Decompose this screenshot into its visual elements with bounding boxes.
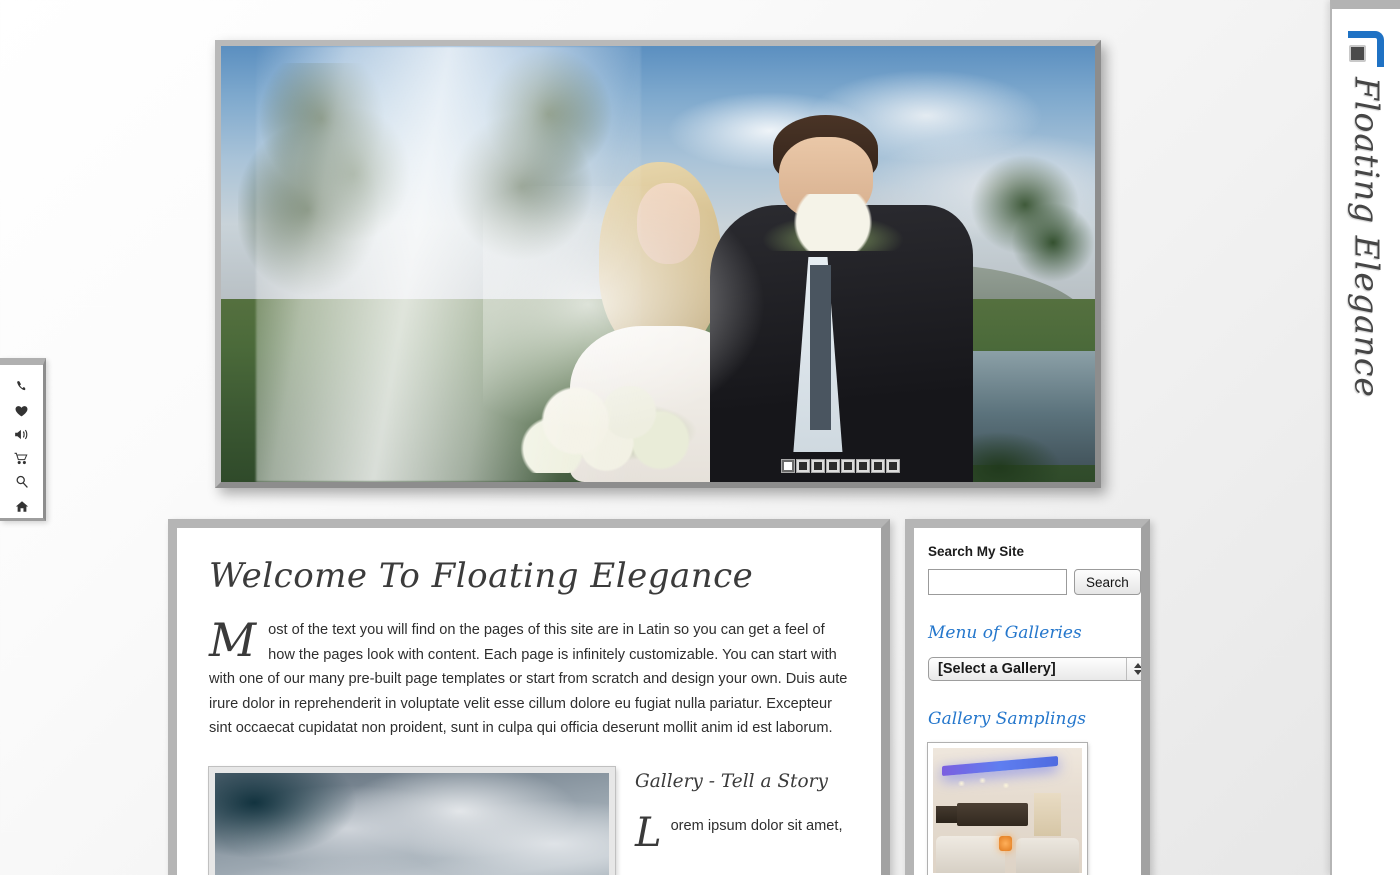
hero-photo <box>221 46 1095 482</box>
chevron-updown-icon <box>1126 658 1141 680</box>
cart-icon[interactable] <box>7 446 37 470</box>
hero-dot-8[interactable] <box>887 460 899 472</box>
phone-icon[interactable] <box>7 375 37 399</box>
vertical-title-panel: Floating Elegance <box>1330 0 1400 875</box>
search-input[interactable] <box>928 569 1067 595</box>
heart-icon[interactable] <box>7 399 37 423</box>
hero-dot-2[interactable] <box>797 460 809 472</box>
hero-slideshow[interactable] <box>215 40 1101 488</box>
speaker-icon[interactable] <box>7 423 37 447</box>
hero-dot-3[interactable] <box>812 460 824 472</box>
search-widget-label: Search My Site <box>928 544 1025 559</box>
bracket-square-logo-icon[interactable] <box>1348 31 1384 67</box>
story-paragraph-text: orem ipsum dolor sit amet, <box>670 817 843 834</box>
story-paragraph: Lorem ipsum dolor sit amet, <box>635 813 843 853</box>
site-title-vertical: Floating Elegance <box>1332 77 1400 403</box>
gallery-select[interactable]: [Select a Gallery] <box>928 657 1141 681</box>
hero-dot-4[interactable] <box>827 460 839 472</box>
page-title: Welcome To Floating Elegance <box>209 556 754 596</box>
welcome-dropcap: M <box>209 613 257 667</box>
search-widget: Search <box>928 569 1141 595</box>
hero-frame <box>215 40 1101 488</box>
home-icon[interactable] <box>7 494 37 518</box>
hero-dot-1[interactable] <box>782 460 794 472</box>
main-content-panel: Welcome To Floating Elegance Most of the… <box>168 519 890 875</box>
welcome-paragraph: Most of the text you will find on the pa… <box>209 613 849 741</box>
search-icon[interactable] <box>7 470 37 494</box>
search-button[interactable]: Search <box>1074 569 1141 595</box>
gallery-select-value: [Select a Gallery] <box>938 661 1056 677</box>
hero-dot-6[interactable] <box>857 460 869 472</box>
gallery-samplings-title: Gallery Samplings <box>928 709 1086 729</box>
story-thumbnail[interactable] <box>208 765 616 875</box>
story-dropcap: L <box>635 809 662 856</box>
hero-dot-7[interactable] <box>872 460 884 472</box>
sidebar-widget-panel: Search My Site Search Menu of Galleries … <box>905 519 1150 875</box>
hero-pagination[interactable] <box>782 460 899 472</box>
story-title: Gallery - Tell a Story <box>635 770 828 792</box>
menu-of-galleries-title: Menu of Galleries <box>928 623 1082 643</box>
welcome-paragraph-text: ost of the text you will find on the pag… <box>209 622 848 736</box>
hero-dot-5[interactable] <box>842 460 854 472</box>
gallery-sampling-thumbnail[interactable] <box>927 742 1088 875</box>
site-title-text: Floating Elegance <box>1347 77 1387 398</box>
left-icon-toolbar <box>0 358 46 521</box>
